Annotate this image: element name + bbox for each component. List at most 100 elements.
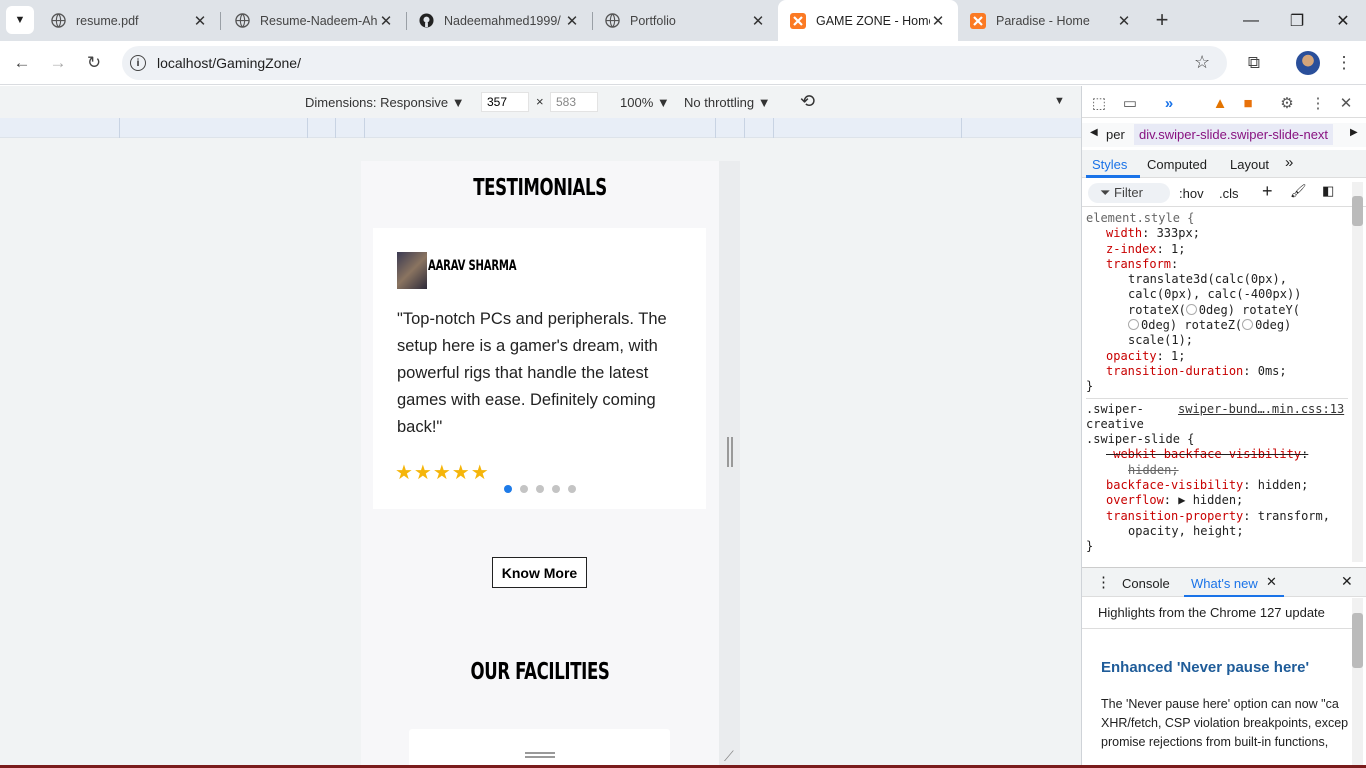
browser-toolbar: ← → ↻ i localhost/GamingZone/ ☆ ⧉ ⋮ <box>0 41 1366 85</box>
drawer-menu-icon[interactable]: ⋮ <box>1096 573 1111 591</box>
css-declaration[interactable]: z-index: 1; <box>1086 242 1348 257</box>
close-devtools-icon[interactable]: ✕ <box>1335 94 1357 112</box>
resize-handle-right[interactable] <box>727 437 733 467</box>
pagination-dot[interactable] <box>504 485 512 493</box>
scroll-left-icon[interactable]: ◀ <box>1090 127 1098 138</box>
issues-icon[interactable]: ■ <box>1237 94 1259 112</box>
close-window-icon[interactable]: ✕ <box>1320 0 1366 41</box>
more-tabs-icon[interactable]: » <box>1285 154 1293 171</box>
rotate-icon[interactable]: ⟲ <box>800 91 815 112</box>
tab-strip: ▼ resume.pdf ✕ Resume-Nadeem-Ah ✕ Nadeem… <box>0 0 1366 41</box>
tab-layout[interactable]: Layout <box>1230 157 1269 172</box>
pagination-dot[interactable] <box>520 485 528 493</box>
settings-gear-icon[interactable]: ⚙ <box>1276 94 1298 112</box>
address-bar[interactable]: i localhost/GamingZone/ ☆ <box>122 46 1227 80</box>
close-tab-icon[interactable]: ✕ <box>1266 574 1277 590</box>
close-tab-icon[interactable]: ✕ <box>564 12 580 30</box>
bookmark-star-icon[interactable]: ☆ <box>1194 52 1210 73</box>
site-info-icon[interactable]: i <box>130 55 146 71</box>
whats-new-heading[interactable]: Enhanced 'Never pause here' <box>1101 659 1309 676</box>
css-declaration[interactable]: transform: <box>1086 257 1348 272</box>
stylesheet-link[interactable]: swiper-bund….min.css:13 <box>1178 402 1344 417</box>
drawer-tab-console[interactable]: Console <box>1122 576 1170 591</box>
zoom-select[interactable]: 100% ▼ <box>620 95 670 110</box>
css-declaration[interactable]: overflow: ▶ hidden; <box>1086 493 1348 508</box>
drawer-scrollbar[interactable] <box>1352 598 1363 768</box>
close-drawer-icon[interactable]: ✕ <box>1341 573 1353 590</box>
media-query-ruler[interactable] <box>0 118 1081 138</box>
rule-close: } <box>1086 539 1094 554</box>
inspect-element-icon[interactable]: ⬚ <box>1088 94 1110 112</box>
sidebar-toggle-icon[interactable]: ◧ <box>1322 183 1334 199</box>
tab-divider <box>220 12 221 30</box>
close-tab-icon[interactable]: ✕ <box>930 12 946 30</box>
pagination-dot[interactable] <box>568 485 576 493</box>
tab-github[interactable]: Nadeemahmed1999/ ✕ <box>406 0 592 41</box>
new-tab-button[interactable]: + <box>1148 6 1176 34</box>
minimize-icon[interactable]: — <box>1228 0 1274 41</box>
testimonial-card[interactable]: AARAV SHARMA "Top-notch PCs and peripher… <box>373 228 706 509</box>
paint-icon[interactable]: 🖌 <box>1290 183 1307 199</box>
tab-game-zone[interactable]: GAME ZONE - Home ✕ <box>778 0 958 41</box>
css-declaration[interactable]: transition-duration: 0ms; <box>1086 364 1348 379</box>
filter-input[interactable]: ⏷ Filter <box>1088 183 1170 203</box>
menu-kebab-icon[interactable]: ⋮ <box>1330 49 1358 77</box>
breadcrumb-current[interactable]: div.swiper-slide.swiper-slide-next <box>1134 124 1334 145</box>
tab-computed[interactable]: Computed <box>1147 157 1207 172</box>
height-input[interactable] <box>550 92 598 112</box>
tab-resume-nadeem[interactable]: Resume-Nadeem-Ah ✕ <box>222 0 406 41</box>
back-icon[interactable]: ← <box>8 49 36 77</box>
new-rule-icon[interactable]: + <box>1262 181 1273 202</box>
tab-title: resume.pdf <box>76 13 139 28</box>
more-tabs-icon[interactable]: » <box>1158 94 1180 112</box>
styles-pane[interactable]: element.style { width: 333px; z-index: 1… <box>1086 211 1348 556</box>
forward-icon[interactable]: → <box>44 49 72 77</box>
pagination-dot[interactable] <box>536 485 544 493</box>
cls-toggle[interactable]: .cls <box>1219 186 1239 201</box>
resize-corner-icon[interactable]: ⟋ <box>724 748 734 765</box>
device-toolbar-icon[interactable]: ▭ <box>1119 94 1141 112</box>
tab-paradise[interactable]: Paradise - Home ✕ <box>958 0 1144 41</box>
extensions-icon[interactable]: ⧉ <box>1240 49 1268 77</box>
know-more-button[interactable]: Know More <box>492 557 587 588</box>
warning-icon[interactable]: ▲ <box>1209 94 1231 112</box>
restore-icon[interactable]: ❐ <box>1274 0 1320 41</box>
reload-icon[interactable]: ↻ <box>80 49 108 77</box>
xampp-icon <box>790 12 806 29</box>
tab-search-button[interactable]: ▼ <box>6 6 34 34</box>
rule-close: } <box>1086 379 1094 394</box>
scroll-right-icon[interactable]: ▶ <box>1350 127 1358 138</box>
close-tab-icon[interactable]: ✕ <box>1116 12 1132 30</box>
css-declaration[interactable]: opacity: 1; <box>1086 349 1348 364</box>
globe-icon <box>234 13 250 29</box>
resize-handle-bottom[interactable] <box>525 752 555 758</box>
width-input[interactable] <box>481 92 529 112</box>
close-tab-icon[interactable]: ✕ <box>192 12 208 30</box>
throttling-select[interactable]: No throttling ▼ <box>684 95 771 110</box>
more-options-icon[interactable]: ▼ <box>1054 95 1065 107</box>
tab-portfolio[interactable]: Portfolio ✕ <box>592 0 778 41</box>
dom-breadcrumb: ◀ per div.swiper-slide.swiper-slide-next… <box>1082 123 1366 147</box>
css-declaration[interactable]: backface-visibility: hidden; <box>1086 478 1348 493</box>
close-tab-icon[interactable]: ✕ <box>378 12 394 30</box>
angle-icon[interactable] <box>1185 303 1197 315</box>
angle-icon[interactable] <box>1242 319 1254 331</box>
drawer-tab-whats-new[interactable]: What's new <box>1191 576 1258 591</box>
profile-avatar[interactable] <box>1296 51 1320 75</box>
tab-styles[interactable]: Styles <box>1092 157 1127 172</box>
css-value-line: rotateX(0deg) rotateY( <box>1128 302 1300 317</box>
hov-toggle[interactable]: :hov <box>1179 186 1204 201</box>
css-value-line: calc(0px), calc(-400px)) <box>1128 287 1302 302</box>
angle-icon[interactable] <box>1128 319 1139 331</box>
close-tab-icon[interactable]: ✕ <box>750 12 766 30</box>
dimensions-select[interactable]: Dimensions: Responsive ▼ <box>305 95 465 110</box>
css-declaration[interactable]: transition-property: transform, <box>1086 509 1348 524</box>
styles-scrollbar[interactable] <box>1352 182 1363 562</box>
devtools-menu-icon[interactable]: ⋮ <box>1307 94 1329 112</box>
star-rating: ★★★★★ <box>395 462 490 484</box>
tab-resume-pdf[interactable]: resume.pdf ✕ <box>38 0 220 41</box>
pagination-dot[interactable] <box>552 485 560 493</box>
breadcrumb-item[interactable]: per <box>1106 127 1125 142</box>
css-declaration-overridden[interactable]: -webkit-backface-visibility: <box>1086 447 1348 462</box>
css-declaration[interactable]: width: 333px; <box>1086 226 1348 241</box>
